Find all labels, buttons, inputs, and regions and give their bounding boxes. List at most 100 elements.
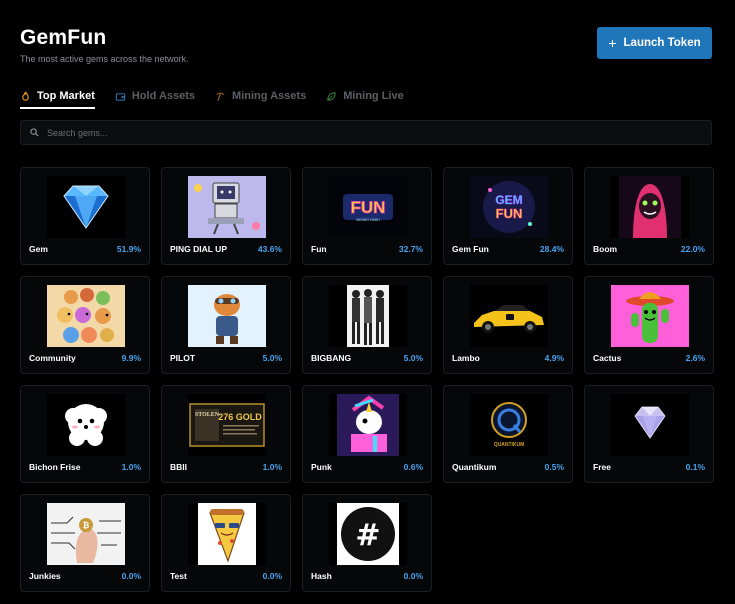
gem-image: GEM FUN bbox=[470, 176, 548, 238]
gem-image: ₿ bbox=[47, 503, 125, 565]
gem-name: Fun bbox=[311, 244, 327, 254]
gem-name: Punk bbox=[311, 462, 332, 472]
gem-card-fun[interactable]: FUN MINING HASH Fun 32.7% bbox=[302, 167, 432, 265]
gem-image bbox=[329, 285, 407, 347]
gem-image bbox=[611, 285, 689, 347]
gem-card-gem-fun[interactable]: GEM FUN Gem Fun 28.4% bbox=[443, 167, 573, 265]
gem-card-lambo[interactable]: Lambo 4.9% bbox=[443, 276, 573, 374]
tab-label: Top Market bbox=[37, 90, 95, 102]
gem-card-free[interactable]: Free 0.1% bbox=[584, 385, 714, 483]
gem-card-gem[interactable]: Gem 51.9% bbox=[20, 167, 150, 265]
gem-card-bigbang[interactable]: BIGBANG 5.0% bbox=[302, 276, 432, 374]
gem-card-pilot[interactable]: PILOT 5.0% bbox=[161, 276, 291, 374]
tab-label: Mining Assets bbox=[232, 90, 307, 102]
gem-name: Test bbox=[170, 571, 187, 581]
gem-card-punk[interactable]: Punk 0.6% bbox=[302, 385, 432, 483]
leaf-icon bbox=[327, 91, 336, 101]
search-input[interactable] bbox=[47, 127, 647, 138]
gem-image: QUANTIKUM bbox=[470, 394, 548, 456]
gem-percent: 9.9% bbox=[121, 353, 141, 363]
gem-name: Quantikum bbox=[452, 462, 497, 472]
gem-percent: 0.5% bbox=[544, 462, 564, 472]
gem-percent: 1.0% bbox=[121, 462, 141, 472]
gem-card-quantikum[interactable]: QUANTIKUM Quantikum 0.5% bbox=[443, 385, 573, 483]
svg-text:#: # bbox=[355, 518, 380, 553]
tab-label: Mining Live bbox=[343, 90, 404, 102]
svg-text:GEM: GEM bbox=[495, 193, 522, 207]
gem-card-ping-dial-up[interactable]: PING DIAL UP 43.6% bbox=[161, 167, 291, 265]
gem-image bbox=[47, 176, 125, 238]
gem-name: Gem bbox=[29, 244, 48, 254]
gem-percent: 0.6% bbox=[403, 462, 423, 472]
svg-text:STOLEN: STOLEN bbox=[195, 412, 220, 418]
gem-card-junkies[interactable]: ₿ Junkies 0.0% bbox=[20, 494, 150, 592]
gem-name: Boom bbox=[593, 244, 618, 254]
pickaxe-icon bbox=[216, 91, 225, 101]
gem-grid: Gem 51.9% PING DIAL UP 43.6% FUN MINING … bbox=[20, 167, 714, 592]
gem-card-cactus[interactable]: Cactus 2.6% bbox=[584, 276, 714, 374]
gem-image bbox=[188, 285, 266, 347]
page-title: GemFun bbox=[20, 26, 107, 49]
tab-label: Hold Assets bbox=[131, 90, 196, 102]
gem-percent: 22.0% bbox=[680, 244, 705, 254]
gem-image: STOLEN 276 GOLD bbox=[188, 394, 266, 456]
svg-text:276 GOLD: 276 GOLD bbox=[218, 412, 262, 422]
gem-percent: 0.0% bbox=[121, 571, 141, 581]
gem-percent: 51.9% bbox=[116, 244, 141, 254]
wallet-icon bbox=[115, 92, 126, 101]
gem-name: Lambo bbox=[452, 353, 480, 363]
svg-text:MINING HASH: MINING HASH bbox=[356, 218, 380, 222]
gem-image bbox=[188, 176, 266, 238]
gem-name: Bichon Frise bbox=[29, 462, 81, 472]
gem-card-hash[interactable]: # Hash 0.0% bbox=[302, 494, 432, 592]
gem-percent: 1.0% bbox=[262, 462, 282, 472]
gem-percent: 5.0% bbox=[262, 353, 282, 363]
launch-token-label: Launch Token bbox=[623, 37, 701, 49]
gem-card-bbii[interactable]: STOLEN 276 GOLD BBII 1.0% bbox=[161, 385, 291, 483]
tab-hold-assets[interactable]: Hold Assets bbox=[115, 86, 195, 106]
gem-name: BIGBANG bbox=[311, 353, 352, 363]
gem-percent: 4.9% bbox=[544, 353, 564, 363]
plus-icon: + bbox=[608, 35, 617, 51]
gem-percent: 28.4% bbox=[539, 244, 564, 254]
gem-image bbox=[470, 285, 548, 347]
gem-image: # bbox=[329, 503, 407, 565]
gem-card-bichon-frise[interactable]: Bichon Frise 1.0% bbox=[20, 385, 150, 483]
gem-card-boom[interactable]: Boom 22.0% bbox=[584, 167, 714, 265]
gem-image bbox=[329, 394, 407, 456]
gem-name: Hash bbox=[311, 571, 332, 581]
gem-percent: 0.0% bbox=[403, 571, 423, 581]
gem-image bbox=[47, 394, 125, 456]
launch-token-button[interactable]: + Launch Token bbox=[597, 27, 712, 59]
search-bar bbox=[20, 120, 712, 145]
page-header: GemFun The most active gems across the n… bbox=[20, 26, 189, 64]
gem-name: BBII bbox=[170, 462, 187, 472]
svg-text:FUN: FUN bbox=[496, 206, 523, 221]
gem-card-community[interactable]: Community 9.9% bbox=[20, 276, 150, 374]
gem-percent: 43.6% bbox=[257, 244, 282, 254]
gem-card-test[interactable]: Test 0.0% bbox=[161, 494, 291, 592]
gem-name: Gem Fun bbox=[452, 244, 489, 254]
tab-mining-assets[interactable]: Mining Assets bbox=[215, 86, 306, 106]
gem-name: PING DIAL UP bbox=[170, 244, 227, 254]
page-subtitle: The most active gems across the network. bbox=[20, 54, 189, 64]
gem-percent: 32.7% bbox=[398, 244, 423, 254]
gem-percent: 2.6% bbox=[685, 353, 705, 363]
search-icon bbox=[30, 128, 39, 137]
tab-mining-live[interactable]: Mining Live bbox=[326, 86, 404, 106]
gem-name: Community bbox=[29, 353, 76, 363]
gem-image bbox=[47, 285, 125, 347]
gem-percent: 0.0% bbox=[262, 571, 282, 581]
tab-top-market[interactable]: Top Market bbox=[20, 86, 95, 109]
gem-image: FUN MINING HASH bbox=[329, 176, 407, 238]
gem-name: Cactus bbox=[593, 353, 622, 363]
gem-image bbox=[611, 394, 689, 456]
gem-name: PILOT bbox=[170, 353, 196, 363]
tab-bar: Top Market Hold Assets Mining Assets Min… bbox=[20, 86, 404, 109]
gem-image bbox=[611, 176, 689, 238]
gem-image bbox=[188, 503, 266, 565]
gem-name: Junkies bbox=[29, 571, 61, 581]
svg-text:₿: ₿ bbox=[83, 521, 90, 530]
gem-percent: 0.1% bbox=[685, 462, 705, 472]
flame-icon bbox=[22, 91, 29, 101]
